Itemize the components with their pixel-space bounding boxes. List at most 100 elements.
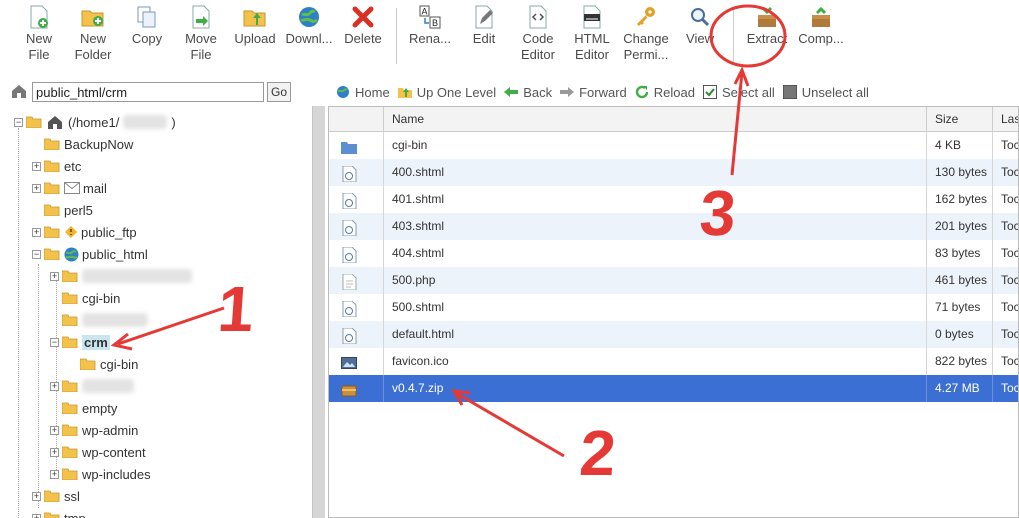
copy-button[interactable]: Copy <box>120 5 174 71</box>
redacted-folder-name <box>82 313 148 327</box>
folder-icon <box>62 446 78 458</box>
open-folder-icon <box>26 116 42 128</box>
file-modified-cell: Toc <box>993 132 1018 159</box>
tree-item-crm-cgi-bin[interactable]: cgi-bin <box>80 354 138 374</box>
copy-icon <box>135 5 159 29</box>
reload-icon <box>635 85 649 99</box>
folder-icon <box>62 424 78 436</box>
tree-item-redacted[interactable]: + <box>50 266 192 286</box>
tree-item-wp-includes[interactable]: + wp-includes <box>50 464 151 484</box>
file-name-cell[interactable]: v0.4.7.zip <box>384 375 927 402</box>
table-row[interactable]: 500.shtml 71 bytes Toc <box>329 294 1018 321</box>
code-editor-button[interactable]: Code Editor <box>511 5 565 71</box>
table-row[interactable]: 404.shtml 83 bytes Toc <box>329 240 1018 267</box>
file-modified-cell: Toc <box>993 267 1018 294</box>
table-row[interactable]: 400.shtml 130 bytes Toc <box>329 159 1018 186</box>
download-button[interactable]: Downl... <box>282 5 336 71</box>
tree-item-backupnow[interactable]: BackupNow <box>44 134 133 154</box>
back-button[interactable]: Back <box>504 85 552 100</box>
go-button[interactable]: Go <box>267 82 291 102</box>
tree-item-mail[interactable]: + mail <box>32 178 107 198</box>
html-editor-button[interactable]: HTML Editor <box>565 5 619 71</box>
file-name-cell[interactable]: 400.shtml <box>384 159 927 186</box>
image-file-icon <box>341 354 357 370</box>
size-column-header[interactable]: Size <box>927 107 993 132</box>
home-button[interactable]: Home <box>336 85 390 100</box>
icon-column-header <box>329 107 384 132</box>
file-name-cell[interactable]: 500.shtml <box>384 294 927 321</box>
table-row[interactable]: favicon.ico 822 bytes Toc <box>329 348 1018 375</box>
expand-icon: + <box>32 160 41 171</box>
path-input[interactable] <box>32 82 264 102</box>
reload-button[interactable]: Reload <box>635 85 695 100</box>
compress-button[interactable]: Comp... <box>794 5 848 71</box>
table-row[interactable]: 500.php 461 bytes Toc <box>329 267 1018 294</box>
tree-item-crm[interactable]: − crm <box>50 332 110 352</box>
tree-item-label: empty <box>82 400 118 416</box>
tree-item-tmp[interactable]: + tmp <box>32 508 86 518</box>
table-row[interactable]: 403.shtml 201 bytes Toc <box>329 213 1018 240</box>
file-name-cell[interactable]: 403.shtml <box>384 213 927 240</box>
table-row[interactable]: v0.4.7.zip 4.27 MB Toc <box>329 375 1018 402</box>
file-name-cell[interactable]: favicon.ico <box>384 348 927 375</box>
table-row[interactable]: 401.shtml 162 bytes Toc <box>329 186 1018 213</box>
web-file-icon <box>341 165 357 183</box>
redacted-folder-name <box>82 379 134 393</box>
tree-item-ssl[interactable]: + ssl <box>32 486 80 506</box>
last-modified-column-header[interactable]: Las <box>993 107 1018 132</box>
edit-icon <box>472 5 496 29</box>
file-name-cell[interactable]: cgi-bin <box>384 132 927 159</box>
delete-button[interactable]: Delete <box>336 5 390 71</box>
name-column-header[interactable]: Name <box>384 107 927 132</box>
move-file-button[interactable]: Move File <box>174 5 228 71</box>
file-name-cell[interactable]: default.html <box>384 321 927 348</box>
file-name-cell[interactable]: 404.shtml <box>384 240 927 267</box>
tree-item-wp-content[interactable]: + wp-content <box>50 442 146 462</box>
up-one-level-button[interactable]: Up One Level <box>397 85 496 100</box>
toolbar-divider <box>396 8 397 64</box>
file-size-cell: 461 bytes <box>927 267 993 294</box>
new-folder-button[interactable]: New Folder <box>66 5 120 71</box>
path-bar: Go <box>0 80 322 104</box>
file-icon-cell <box>329 321 384 348</box>
expand-icon: + <box>50 270 59 281</box>
folder-icon <box>44 182 60 194</box>
extract-label: Extract <box>746 31 788 46</box>
tree-guide-line <box>18 128 19 518</box>
table-row[interactable]: default.html 0 bytes Toc <box>329 321 1018 348</box>
tree-item-public-html[interactable]: − public_html <box>32 244 148 264</box>
tree-item-cgi-bin[interactable]: cgi-bin <box>62 288 120 308</box>
tree-item-redacted[interactable] <box>62 310 148 330</box>
tree-item-public-ftp[interactable]: + public_ftp <box>32 222 137 242</box>
tree-item-perl5[interactable]: perl5 <box>44 200 93 220</box>
unselect-all-button[interactable]: Unselect all <box>782 85 869 100</box>
expand-icon: + <box>32 490 41 501</box>
upload-button[interactable]: Upload <box>228 5 282 71</box>
tree-item-etc[interactable]: + etc <box>32 156 81 176</box>
tree-root-suffix: ) <box>171 114 176 130</box>
file-icon-cell <box>329 132 384 159</box>
tree-item-redacted[interactable]: + <box>50 376 134 396</box>
open-folder-icon <box>44 248 60 260</box>
web-file-icon <box>341 300 357 318</box>
tree-root[interactable]: − (/home1/ ) <box>14 112 176 132</box>
file-icon-cell <box>329 186 384 213</box>
file-size-cell: 0 bytes <box>927 321 993 348</box>
table-row[interactable]: cgi-bin 4 KB Toc <box>329 132 1018 159</box>
tree-scrollbar[interactable] <box>312 106 325 518</box>
select-all-button[interactable]: Select all <box>702 85 775 100</box>
change-permissions-button[interactable]: Change Permi... <box>619 5 673 71</box>
download-label: Downl... <box>285 31 333 46</box>
extract-button[interactable]: Extract <box>740 5 794 71</box>
tree-item-empty[interactable]: empty <box>62 398 117 418</box>
file-modified-cell: Toc <box>993 348 1018 375</box>
view-button[interactable]: View <box>673 5 727 71</box>
edit-button[interactable]: Edit <box>457 5 511 71</box>
tree-item-wp-admin[interactable]: + wp-admin <box>50 420 138 440</box>
upload-label: Upload <box>234 31 276 46</box>
new-file-button[interactable]: New File <box>12 5 66 71</box>
file-name-cell[interactable]: 401.shtml <box>384 186 927 213</box>
file-name-cell[interactable]: 500.php <box>384 267 927 294</box>
rename-button[interactable]: AB Rena... <box>403 5 457 71</box>
forward-button[interactable]: Forward <box>560 85 627 100</box>
